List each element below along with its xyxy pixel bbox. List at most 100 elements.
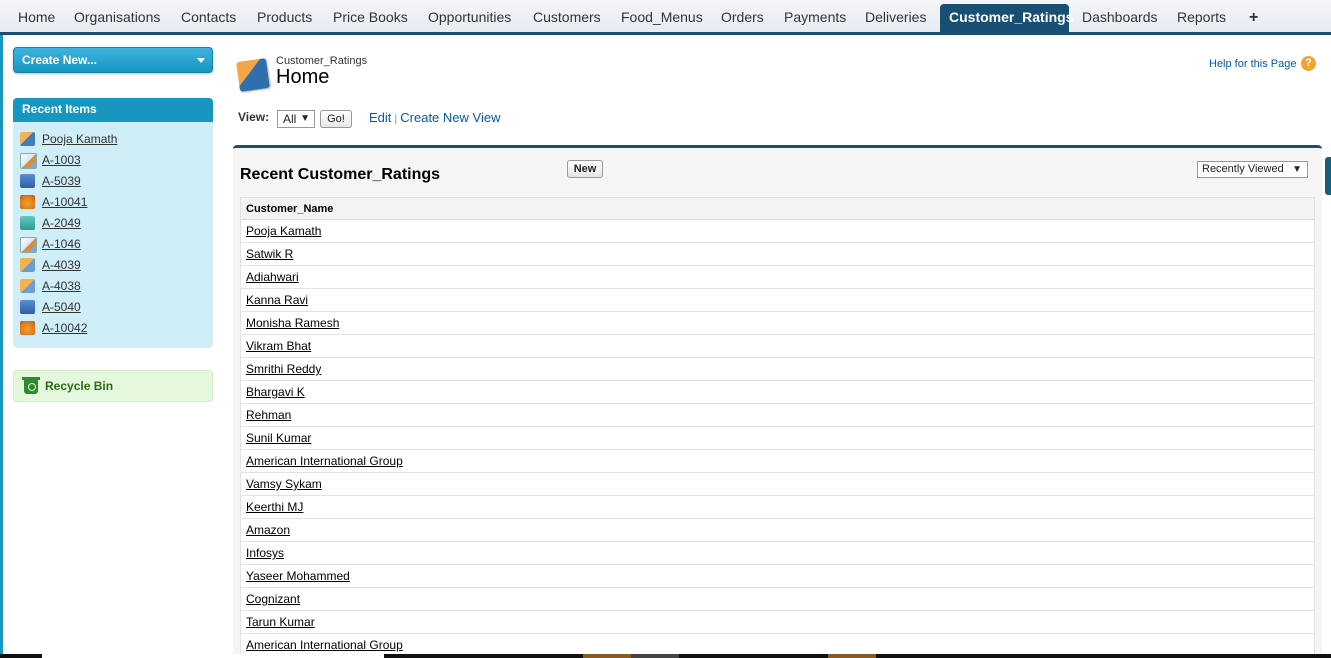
tab-orders[interactable]: Orders [712, 4, 773, 32]
recent-item-link[interactable]: A-2049 [42, 214, 81, 232]
pen-icon [20, 153, 37, 169]
table-row: Tarun Kumar [241, 611, 1314, 634]
table-row: Satwik R [241, 243, 1314, 266]
table-row: Kanna Ravi [241, 289, 1314, 312]
taskbar-segment [828, 654, 876, 658]
table-row: Keerthi MJ [241, 496, 1314, 519]
tab-deliveries[interactable]: Deliveries [856, 4, 935, 32]
table-row: American International Group [241, 450, 1314, 473]
bottom-taskbar-strip [0, 654, 1331, 658]
customer-name-link[interactable]: Adiahwari [246, 270, 299, 284]
tab-food-menus[interactable]: Food_Menus [612, 4, 712, 32]
tab-reports[interactable]: Reports [1168, 4, 1235, 32]
customer-name-link[interactable]: Bhargavi K [246, 385, 305, 399]
food-icon [20, 321, 35, 335]
table-row: Vikram Bhat [241, 335, 1314, 358]
recent-item-link[interactable]: A-4039 [42, 256, 81, 274]
tab-dashboards[interactable]: Dashboards [1073, 4, 1167, 32]
tab-payments[interactable]: Payments [775, 4, 855, 32]
help-link[interactable]: Help for this Page [1209, 58, 1296, 70]
create-new-label: Create New... [22, 53, 97, 67]
customer-name-link[interactable]: Smrithi Reddy [246, 362, 321, 376]
dropdown-arrow-icon: ▼ [1292, 164, 1302, 175]
customer-name-link[interactable]: Infosys [246, 546, 284, 560]
edit-view-link[interactable]: Edit [369, 110, 391, 125]
table-row: Rehman [241, 404, 1314, 427]
go-button[interactable]: Go! [320, 110, 352, 128]
recent-item-link[interactable]: A-1003 [42, 151, 81, 169]
taskbar-segment [583, 654, 631, 658]
recent-items-title: Recent Items [13, 98, 213, 122]
list-title: Recent Customer_Ratings [240, 166, 441, 183]
link-separator: | [394, 113, 398, 125]
customer-name-link[interactable]: Monisha Ramesh [246, 316, 339, 330]
tab-bar: Home Organisations Contacts Products Pri… [0, 0, 1331, 35]
tab-home[interactable]: Home [9, 4, 64, 32]
recycle-bin-label: Recycle Bin [45, 379, 114, 393]
customer-name-link[interactable]: Yaseer Mohammed [246, 569, 350, 583]
tab-customers[interactable]: Customers [524, 4, 610, 32]
recent-item-link[interactable]: A-4038 [42, 277, 81, 295]
payment-icon [20, 258, 35, 272]
recent-items-list: Pooja Kamath A-1003 A-5039 A-10041 A-204… [13, 122, 213, 348]
tab-contacts[interactable]: Contacts [172, 4, 245, 32]
view-select-value: All [283, 112, 297, 126]
recycle-bin-link[interactable]: Recycle Bin [13, 370, 213, 402]
tab-products[interactable]: Products [248, 4, 321, 32]
create-new-view-link[interactable]: Create New View [400, 110, 500, 125]
customer-name-link[interactable]: Tarun Kumar [246, 615, 315, 629]
customer-ratings-icon [236, 58, 270, 92]
tab-organisations[interactable]: Organisations [65, 4, 169, 32]
recent-item-link[interactable]: A-5039 [42, 172, 81, 190]
customer-name-link[interactable]: Cognizant [246, 592, 300, 606]
recent-item-link[interactable]: A-5040 [42, 298, 81, 316]
recent-item-link[interactable]: A-1046 [42, 235, 81, 253]
customer-name-link[interactable]: American International Group [246, 454, 403, 468]
payment-icon [20, 279, 35, 293]
view-label: View: [238, 110, 270, 124]
customer-name-link[interactable]: Keerthi MJ [246, 500, 303, 514]
book-icon [20, 174, 35, 188]
customer-name-link[interactable]: Amazon [246, 523, 290, 537]
table-row: Vamsy Sykam [241, 473, 1314, 496]
table-row: Cognizant [241, 588, 1314, 611]
tab-price-books[interactable]: Price Books [324, 4, 417, 32]
table-row: Amazon [241, 519, 1314, 542]
taskbar-segment [42, 654, 384, 658]
create-new-dropdown[interactable]: Create New... [13, 47, 213, 73]
rating-icon [20, 132, 35, 146]
pen-icon [20, 237, 37, 253]
left-accent-bar [0, 0, 3, 658]
tab-customer-ratings[interactable]: Customer_Ratings [940, 4, 1073, 32]
table-row: Infosys [241, 542, 1314, 565]
tab-opportunities[interactable]: Opportunities [419, 4, 520, 32]
customer-name-link[interactable]: Kanna Ravi [246, 293, 308, 307]
table-row: Yaseer Mohammed [241, 565, 1314, 588]
book-icon [20, 300, 35, 314]
add-tab-button[interactable]: + [1240, 4, 1267, 32]
new-button[interactable]: New [567, 160, 603, 178]
recent-item-link[interactable]: Pooja Kamath [42, 130, 117, 148]
food-icon [20, 195, 35, 209]
recycle-bin-icon [22, 377, 40, 394]
recently-viewed-value: Recently Viewed [1202, 163, 1284, 175]
customer-name-link[interactable]: Pooja Kamath [246, 224, 321, 238]
chevron-down-icon [197, 58, 205, 63]
table-row: Smrithi Reddy [241, 358, 1314, 381]
view-select[interactable]: All ▼ [277, 110, 315, 128]
customer-name-link[interactable]: Satwik R [246, 247, 293, 261]
recently-viewed-select[interactable]: Recently Viewed ▼ [1197, 161, 1308, 178]
table-row: Adiahwari [241, 266, 1314, 289]
customer-name-link[interactable]: Rehman [246, 408, 291, 422]
column-header-customer-name[interactable]: Customer_Name [241, 198, 1314, 220]
recent-item-link[interactable]: A-10041 [42, 193, 87, 211]
recent-item-link[interactable]: A-10042 [42, 319, 87, 337]
customer-name-link[interactable]: Sunil Kumar [246, 431, 311, 445]
cup-icon [20, 216, 35, 230]
customer-name-link[interactable]: Vamsy Sykam [246, 477, 322, 491]
table-row: Bhargavi K [241, 381, 1314, 404]
side-panel-handle[interactable] [1325, 157, 1331, 195]
customer-name-link[interactable]: Vikram Bhat [246, 339, 311, 353]
customer-name-link[interactable]: American International Group [246, 638, 403, 652]
help-icon[interactable]: ? [1301, 56, 1316, 71]
